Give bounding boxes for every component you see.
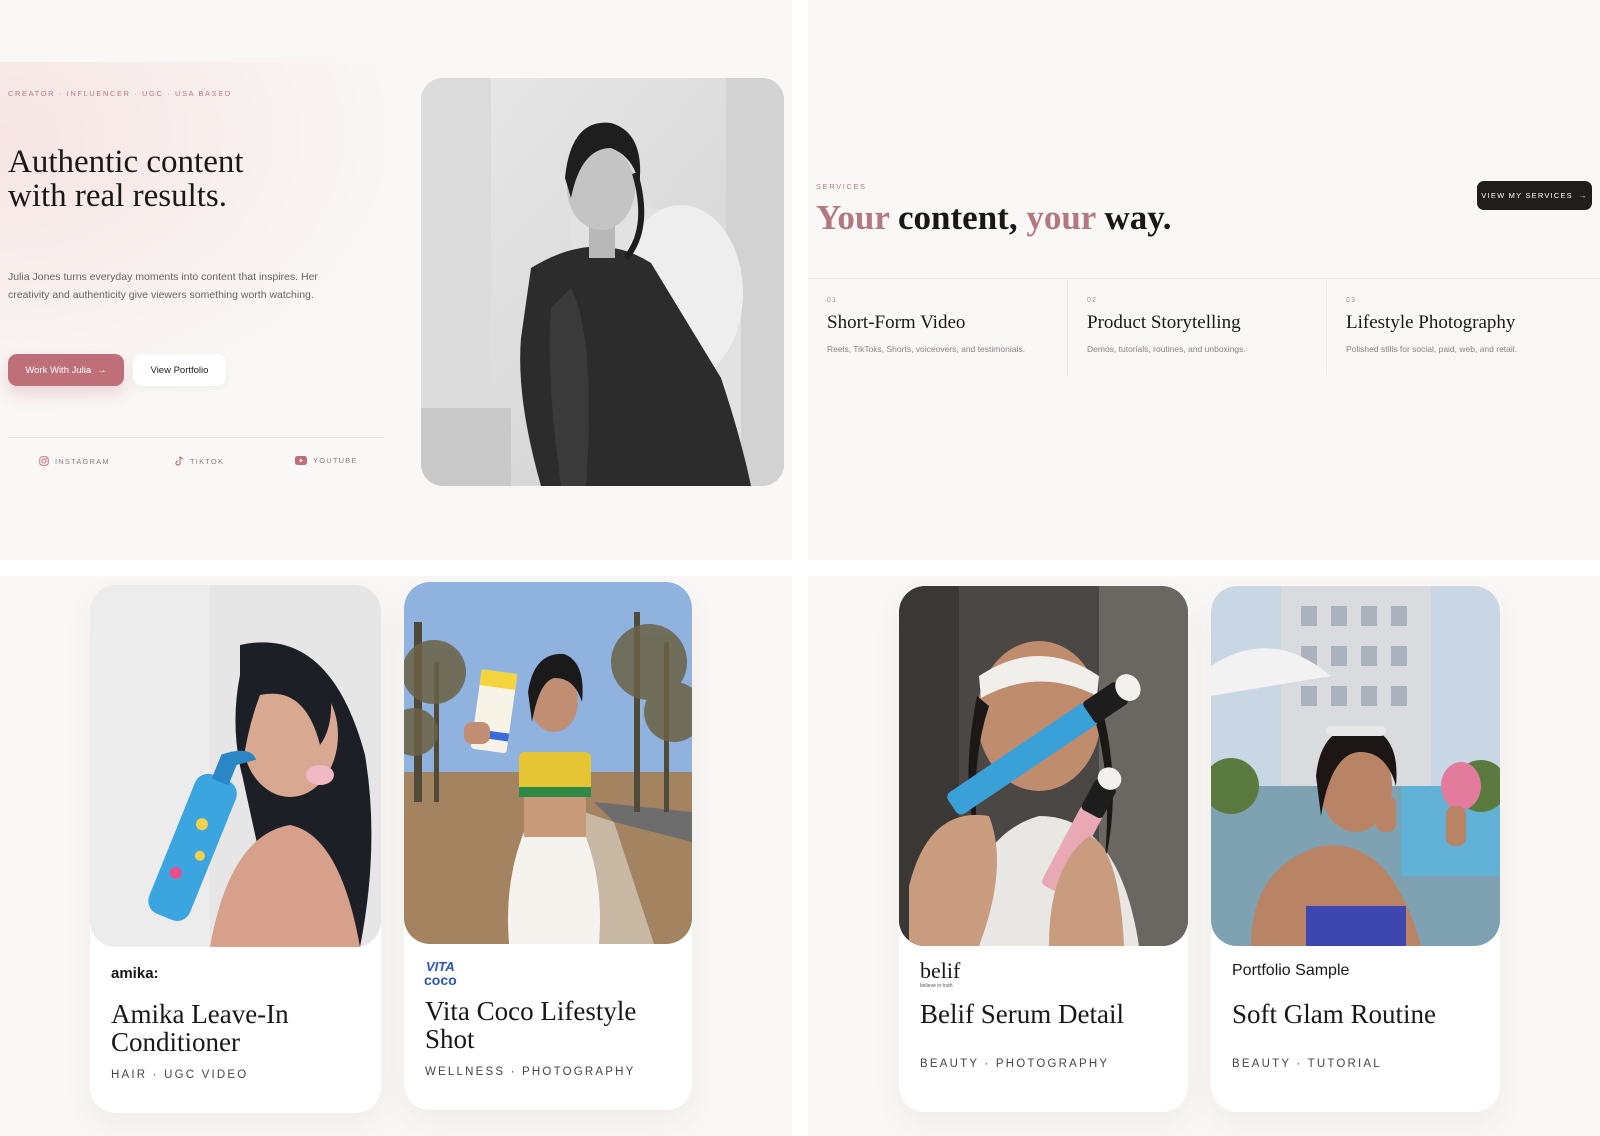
- service-name: Product Storytelling: [1087, 312, 1241, 333]
- youtube-link[interactable]: YOUTUBE: [295, 456, 358, 465]
- card-title: Amika Leave-In Conditioner: [111, 999, 289, 1057]
- view-portfolio-button[interactable]: View Portfolio: [133, 354, 226, 386]
- belif-logo: belif: [920, 958, 961, 983]
- services-title-accent-2: your: [1026, 198, 1096, 237]
- tiktok-link[interactable]: TIKTOK: [175, 456, 224, 466]
- services-title-text-1: content,: [889, 198, 1027, 237]
- card-title: Vita Coco Lifestyle Shot: [425, 996, 637, 1054]
- services-divider: [808, 278, 1600, 279]
- portfolio-card-amika[interactable]: amika: Amika Leave-In Conditioner HAIR ·…: [90, 585, 381, 1113]
- amika-photo: [90, 585, 381, 947]
- portfolio-sample-label: Portfolio Sample: [1232, 962, 1350, 979]
- service-name: Short-Form Video: [827, 312, 966, 333]
- service-name: Lifestyle Photography: [1346, 312, 1516, 333]
- service-number: 01: [827, 297, 838, 304]
- work-with-julia-label: Work With Julia: [25, 364, 92, 376]
- tiktok-icon: [175, 456, 184, 466]
- services-title-text-2: way.: [1095, 198, 1172, 237]
- hero-description: Julia Jones turns everyday moments into …: [8, 271, 318, 301]
- service-item-short-form-video: 01 Short-Form Video Reels, TikToks, Shor…: [808, 280, 1067, 375]
- youtube-icon: [295, 456, 307, 465]
- card-title: Soft Glam Routine: [1232, 999, 1436, 1029]
- hero-title: Authentic content with real results.: [8, 145, 388, 213]
- hero-title-line-1: Authentic content: [8, 144, 244, 180]
- hero-portrait-photo: [421, 78, 784, 486]
- service-description: Polished stills for social, paid, web, a…: [1346, 344, 1518, 354]
- instagram-icon: [39, 456, 49, 466]
- service-description: Demos, tutorials, routines, and unboxing…: [1087, 344, 1246, 354]
- view-my-services-button[interactable]: VIEW MY SERVICES →: [1477, 181, 1592, 210]
- services-eyebrow: SERVICES: [816, 182, 867, 191]
- service-item-lifestyle-photography: 03 Lifestyle Photography Polished stills…: [1326, 280, 1585, 375]
- card-tags: BEAUTY · PHOTOGRAPHY: [920, 1058, 1110, 1070]
- vita-coco-logo: VITA coco: [424, 958, 466, 993]
- arrow-right-icon: →: [97, 364, 107, 376]
- view-my-services-label: VIEW MY SERVICES: [1481, 191, 1573, 200]
- view-portfolio-label: View Portfolio: [150, 364, 209, 376]
- card-tags: HAIR · UGC VIDEO: [111, 1069, 249, 1081]
- amika-logo: amika:: [111, 965, 159, 982]
- instagram-label: INSTAGRAM: [55, 456, 110, 466]
- soft-glam-photo: [1211, 586, 1500, 946]
- portfolio-panel-right: belif believe in truth Belif Serum Detai…: [808, 576, 1600, 1136]
- instagram-link[interactable]: INSTAGRAM: [39, 456, 110, 466]
- service-number: 02: [1087, 297, 1098, 304]
- hero-eyebrow: CREATOR · INFLUENCER · UGC · USA BASED: [8, 89, 232, 98]
- services-title-accent-1: Your: [816, 198, 890, 237]
- service-description: Reels, TikToks, Shorts, voiceovers, and …: [827, 344, 1025, 354]
- svg-text:coco: coco: [424, 972, 457, 988]
- portfolio-card-vita-coco[interactable]: VITA coco Vita Coco Lifestyle Shot WELLN…: [404, 582, 692, 1110]
- card-tags: WELLNESS · PHOTOGRAPHY: [425, 1066, 636, 1078]
- card-tags: BEAUTY · TUTORIAL: [1232, 1058, 1382, 1070]
- vita-coco-logo-mark: VITA coco: [424, 959, 457, 988]
- belif-logo-tagline: believe in truth: [920, 983, 953, 989]
- vita-coco-photo: [404, 582, 692, 944]
- card-title: Belif Serum Detail: [920, 999, 1124, 1029]
- portfolio-panel-left: amika: Amika Leave-In Conditioner HAIR ·…: [0, 576, 792, 1136]
- services-title: Your content, your way.: [816, 198, 1172, 238]
- hero-title-line-2: with real results.: [8, 178, 228, 214]
- belif-photo: [899, 586, 1188, 946]
- hero-panel: CREATOR · INFLUENCER · UGC · USA BASED A…: [0, 0, 792, 560]
- arrow-right-icon: →: [1578, 191, 1588, 200]
- service-number: 03: [1346, 297, 1357, 304]
- services-panel: SERVICES Your content, your way. VIEW MY…: [808, 0, 1600, 560]
- portfolio-card-belif[interactable]: belif believe in truth Belif Serum Detai…: [899, 586, 1188, 1112]
- work-with-julia-button[interactable]: Work With Julia →: [8, 354, 124, 386]
- tiktok-label: TIKTOK: [190, 456, 225, 466]
- hero-divider: [8, 437, 384, 438]
- service-item-product-storytelling: 02 Product Storytelling Demos, tutorials…: [1067, 280, 1326, 375]
- portfolio-card-soft-glam[interactable]: Portfolio Sample Soft Glam Routine BEAUT…: [1211, 586, 1500, 1112]
- youtube-label: YOUTUBE: [313, 456, 358, 465]
